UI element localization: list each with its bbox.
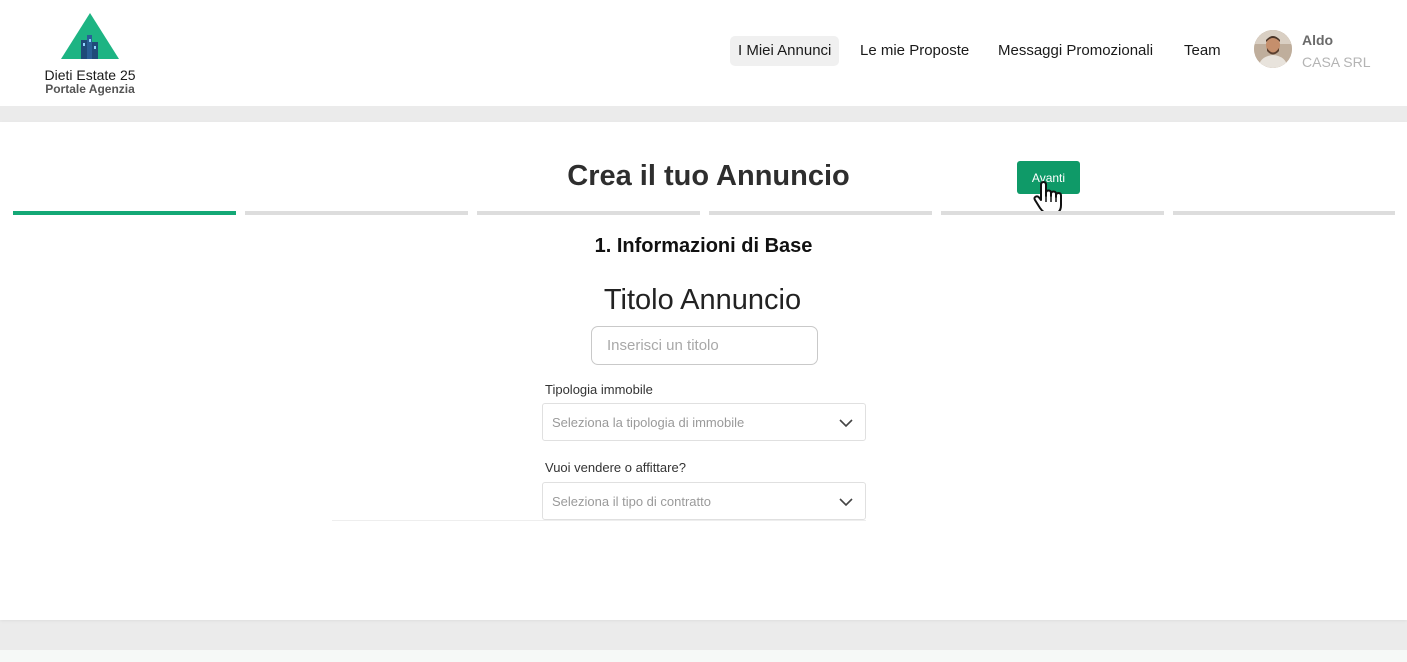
progress-step-1	[13, 211, 236, 215]
chevron-down-icon	[839, 498, 853, 507]
brand-name: Dieti Estate 25	[44, 67, 136, 83]
nav-item-messaggi-promozionali[interactable]: Messaggi Promozionali	[998, 36, 1153, 66]
user-company: CASA SRL	[1302, 54, 1371, 70]
app-header: Dieti Estate 25 Portale Agenzia I Miei A…	[0, 0, 1407, 106]
progress-step-4	[709, 211, 932, 215]
property-type-placeholder: Seleziona la tipologia di immobile	[552, 415, 745, 430]
property-type-select[interactable]: Seleziona la tipologia di immobile	[542, 403, 866, 441]
create-listing-card: Crea il tuo Annuncio Avanti 1. Informazi…	[0, 122, 1407, 620]
progress-step-3	[477, 211, 700, 215]
property-type-label: Tipologia immobile	[545, 382, 653, 397]
chevron-down-icon	[839, 419, 853, 428]
progress-step-5	[941, 211, 1164, 215]
form-divider	[332, 520, 866, 521]
contract-type-placeholder: Seleziona il tipo di contratto	[552, 494, 711, 509]
brand-logo[interactable]: Dieti Estate 25 Portale Agenzia	[30, 12, 150, 102]
progress-step-2	[245, 211, 468, 215]
contract-type-select[interactable]: Seleziona il tipo di contratto	[542, 482, 866, 520]
brand-subtitle: Portale Agenzia	[45, 82, 135, 96]
house-triangle-logo-icon	[61, 13, 119, 59]
user-name: Aldo	[1302, 32, 1334, 48]
title-field-label: Titolo Annuncio	[603, 284, 802, 316]
page-footer-strip	[0, 650, 1407, 662]
section-title: 1. Informazioni di Base	[594, 235, 813, 257]
user-avatar-icon	[1254, 30, 1292, 68]
nav-item-miei-annunci[interactable]: I Miei Annunci	[730, 36, 840, 66]
nav-item-mie-proposte[interactable]: Le mie Proposte	[860, 36, 969, 66]
nav-item-team[interactable]: Team	[1184, 36, 1221, 66]
avatar[interactable]	[1254, 30, 1292, 68]
user-profile[interactable]: Aldo CASA SRL	[1254, 28, 1404, 78]
title-input[interactable]	[591, 326, 818, 365]
wizard-progress	[13, 211, 1395, 215]
page-title: Crea il tuo Annuncio	[567, 160, 850, 192]
progress-step-6	[1173, 211, 1395, 215]
contract-type-label: Vuoi vendere o affittare?	[545, 460, 686, 475]
